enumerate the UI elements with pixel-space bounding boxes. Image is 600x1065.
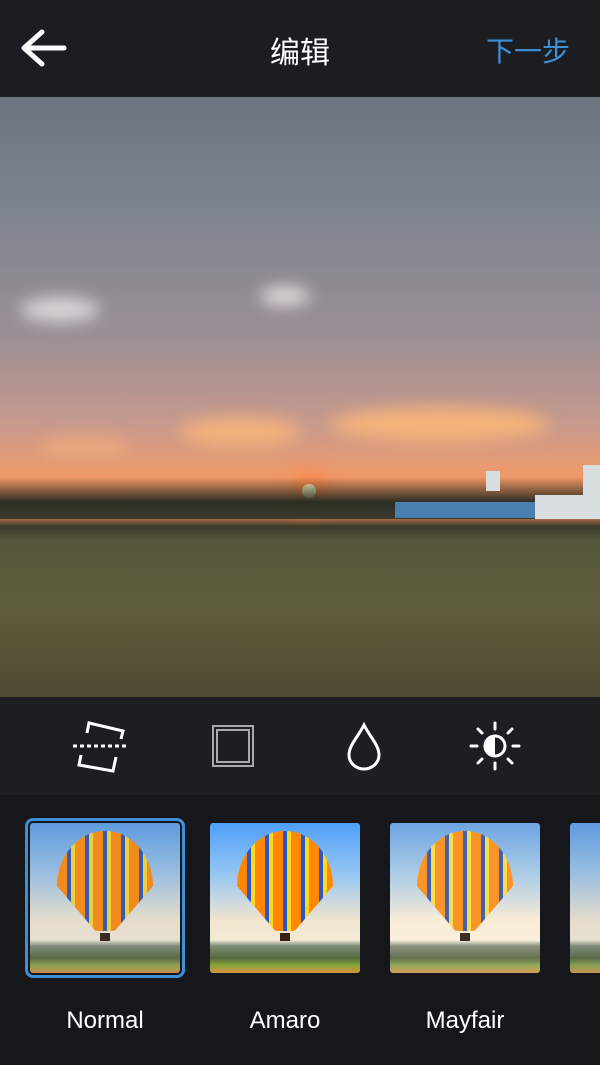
straighten-icon[interactable] [73, 721, 129, 773]
filter-strip[interactable]: Normal Amaro Mayfair [0, 795, 600, 1065]
filter-label: Amaro [249, 1007, 321, 1034]
filter-thumbnail [390, 823, 540, 973]
photo-preview [0, 97, 600, 697]
top-bar: 编辑 下一步 [0, 0, 600, 97]
filter-thumbnail [25, 818, 185, 978]
drop-icon[interactable] [336, 721, 392, 773]
filter-amaro[interactable]: Amaro [210, 823, 360, 1035]
filter-thumbnail [570, 823, 600, 973]
filter-mayfair[interactable]: Mayfair [390, 823, 540, 1035]
frame-icon[interactable] [204, 721, 260, 773]
filter-label: Normal [66, 1007, 144, 1034]
next-button[interactable]: 下一步 [486, 30, 570, 70]
edit-toolbar [0, 697, 600, 795]
filter-normal[interactable]: Normal [25, 818, 185, 1035]
brightness-icon[interactable] [467, 721, 523, 773]
filter-thumbnail [210, 823, 360, 973]
filter-next-partial[interactable] [570, 823, 600, 973]
blue-wall [395, 502, 535, 518]
filter-label: Mayfair [425, 1007, 505, 1034]
